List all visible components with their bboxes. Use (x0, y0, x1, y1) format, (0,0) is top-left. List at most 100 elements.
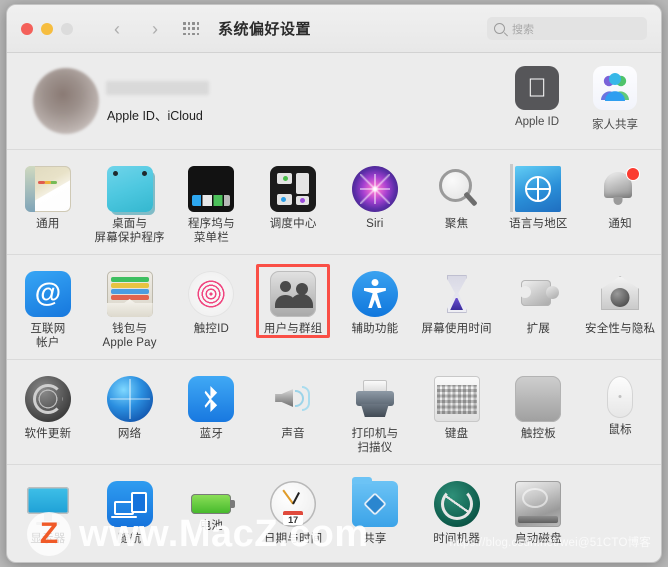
pref-users-groups[interactable]: 用户与群组 (252, 264, 334, 353)
family-sharing-tile-label: 家人共享 (592, 119, 638, 131)
pref-label: 打印机与 扫描仪 (351, 428, 399, 454)
pref-label: 启动磁盘 (514, 533, 562, 545)
search-input[interactable]: 搜索 (487, 17, 647, 40)
pref-label: 显示器 (30, 533, 66, 545)
preferences-section-system: 显示器 随航 电池 17 日期与时间 共享 时间机器 启动磁盘 (7, 464, 661, 562)
avatar[interactable] (33, 68, 99, 134)
pref-label: 互联网 帐户 (30, 323, 66, 349)
sharing-icon (351, 477, 398, 527)
pref-mission-control[interactable]: 调度中心 (252, 160, 334, 248)
search-icon (494, 23, 505, 34)
language-region-icon (510, 164, 562, 212)
pref-label: 触控ID (193, 323, 230, 335)
dock-menubar-icon (188, 166, 235, 212)
apple-id-tile[interactable]:  Apple ID (499, 66, 575, 128)
pref-displays[interactable]: 显示器 (7, 475, 89, 562)
pref-label: 共享 (363, 533, 387, 545)
desktop-screensaver-icon (106, 166, 153, 212)
pref-accessibility[interactable]: 辅助功能 (334, 265, 416, 353)
pref-label: 日期与时间 (263, 533, 323, 545)
pref-touch-id[interactable]: 触控ID (171, 265, 253, 353)
pref-siri[interactable]: Siri (334, 160, 416, 248)
back-button[interactable]: ‹ (106, 18, 128, 40)
pref-sidecar[interactable]: 随航 (89, 475, 171, 562)
apple-id-tile-label: Apple ID (514, 116, 560, 128)
pref-wallet-applepay[interactable]: 钱包与 Apple Pay (89, 265, 171, 353)
apple-id-banner[interactable]: Apple ID、iCloud  Apple ID 家人共享 (7, 53, 661, 150)
pref-sharing[interactable]: 共享 (334, 475, 416, 562)
spotlight-icon (434, 166, 480, 212)
family-sharing-icon (593, 66, 637, 110)
pref-spotlight[interactable]: 聚焦 (416, 160, 498, 248)
time-machine-icon (433, 481, 480, 527)
pref-keyboard[interactable]: 键盘 (416, 370, 498, 458)
pref-label: 网络 (117, 428, 142, 440)
pref-date-time[interactable]: 17 日期与时间 (252, 475, 334, 562)
pref-label: 随航 (117, 533, 142, 545)
pref-sound[interactable]: 声音 (252, 370, 334, 458)
pref-network[interactable]: 网络 (89, 370, 171, 458)
pref-label: 语言与地区 (509, 218, 568, 230)
pref-dock-menubar[interactable]: 程序坞与 菜单栏 (171, 160, 253, 248)
family-sharing-tile[interactable]: 家人共享 (577, 66, 653, 132)
pref-bluetooth[interactable]: 蓝牙 (171, 370, 253, 458)
pref-label: 钱包与 Apple Pay (102, 323, 157, 349)
users-groups-icon (270, 271, 317, 317)
mouse-icon (607, 376, 634, 418)
pref-label: 用户与群组 (263, 323, 323, 335)
pref-label: 辅助功能 (351, 323, 399, 335)
close-button[interactable] (21, 23, 33, 35)
pref-general[interactable]: 通用 (7, 160, 89, 248)
pref-mouse[interactable]: 鼠标 (579, 370, 661, 458)
pref-label: 电池 (199, 520, 224, 532)
forward-button[interactable]: › (144, 18, 166, 40)
startup-disk-icon (515, 481, 562, 527)
pref-notifications[interactable]: 通知 (579, 160, 661, 248)
battery-icon (191, 494, 236, 514)
pref-label: 通用 (36, 218, 60, 230)
notifications-icon (597, 166, 643, 212)
pref-printers-scanners[interactable]: 打印机与 扫描仪 (334, 370, 416, 458)
pref-extensions[interactable]: 扩展 (498, 265, 580, 353)
search-placeholder: 搜索 (512, 23, 534, 36)
pref-language-region[interactable]: 语言与地区 (498, 160, 580, 248)
bluetooth-icon (188, 376, 235, 422)
pref-software-update[interactable]: 软件更新 (7, 370, 89, 458)
preferences-row: 软件更新 网络 蓝牙 声音 打印机与 扫描仪 键盘 触控板 鼠标 (7, 370, 661, 458)
date-time-icon: 17 (270, 481, 317, 527)
pref-label: 时间机器 (433, 533, 481, 545)
system-preferences-window: ‹ › 系统偏好设置 搜索 Apple ID、iCloud  Apple ID (6, 4, 662, 563)
pref-label: 鼠标 (608, 424, 632, 436)
pref-desktop-screensaver[interactable]: 桌面与 屏幕保护程序 (89, 160, 171, 248)
account-name-redacted (106, 81, 209, 95)
window-titlebar: ‹ › 系统偏好设置 搜索 (7, 5, 661, 53)
pref-screen-time[interactable]: 屏幕使用时间 (416, 265, 498, 353)
wallet-applepay-icon (106, 271, 153, 317)
minimize-button[interactable] (41, 23, 53, 35)
extensions-icon (515, 271, 561, 317)
pref-internet-accounts[interactable]: 互联网 帐户 (7, 265, 89, 353)
pref-startup-disk[interactable]: 启动磁盘 (498, 475, 580, 562)
pref-battery[interactable]: 电池 (171, 475, 253, 562)
zoom-button[interactable] (61, 23, 73, 35)
pref-label: 聚焦 (444, 218, 469, 230)
pref-security-privacy[interactable]: 安全性与隐私 (579, 265, 661, 353)
accessibility-icon (351, 271, 398, 317)
show-all-grid-icon[interactable] (183, 22, 200, 37)
pref-time-machine[interactable]: 时间机器 (416, 475, 498, 562)
mission-control-icon (270, 166, 317, 212)
software-update-icon (24, 376, 71, 422)
pref-label: 键盘 (444, 428, 469, 440)
pref-label: 安全性与隐私 (585, 323, 656, 335)
apple-logo-icon:  (515, 66, 559, 110)
page-title: 系统偏好设置 (218, 21, 312, 38)
preferences-row: 通用 桌面与 屏幕保护程序 程序坞与 菜单栏 调度中心 Siri 聚焦 语言与地… (7, 160, 661, 248)
pref-label: 调度中心 (269, 218, 317, 230)
network-icon (106, 376, 153, 422)
screen-time-icon (434, 271, 480, 317)
pref-label: 屏幕使用时间 (421, 323, 492, 335)
date-day-number: 17 (283, 511, 304, 525)
sound-icon (270, 376, 316, 422)
pref-trackpad[interactable]: 触控板 (498, 370, 580, 458)
keyboard-icon (433, 376, 480, 422)
